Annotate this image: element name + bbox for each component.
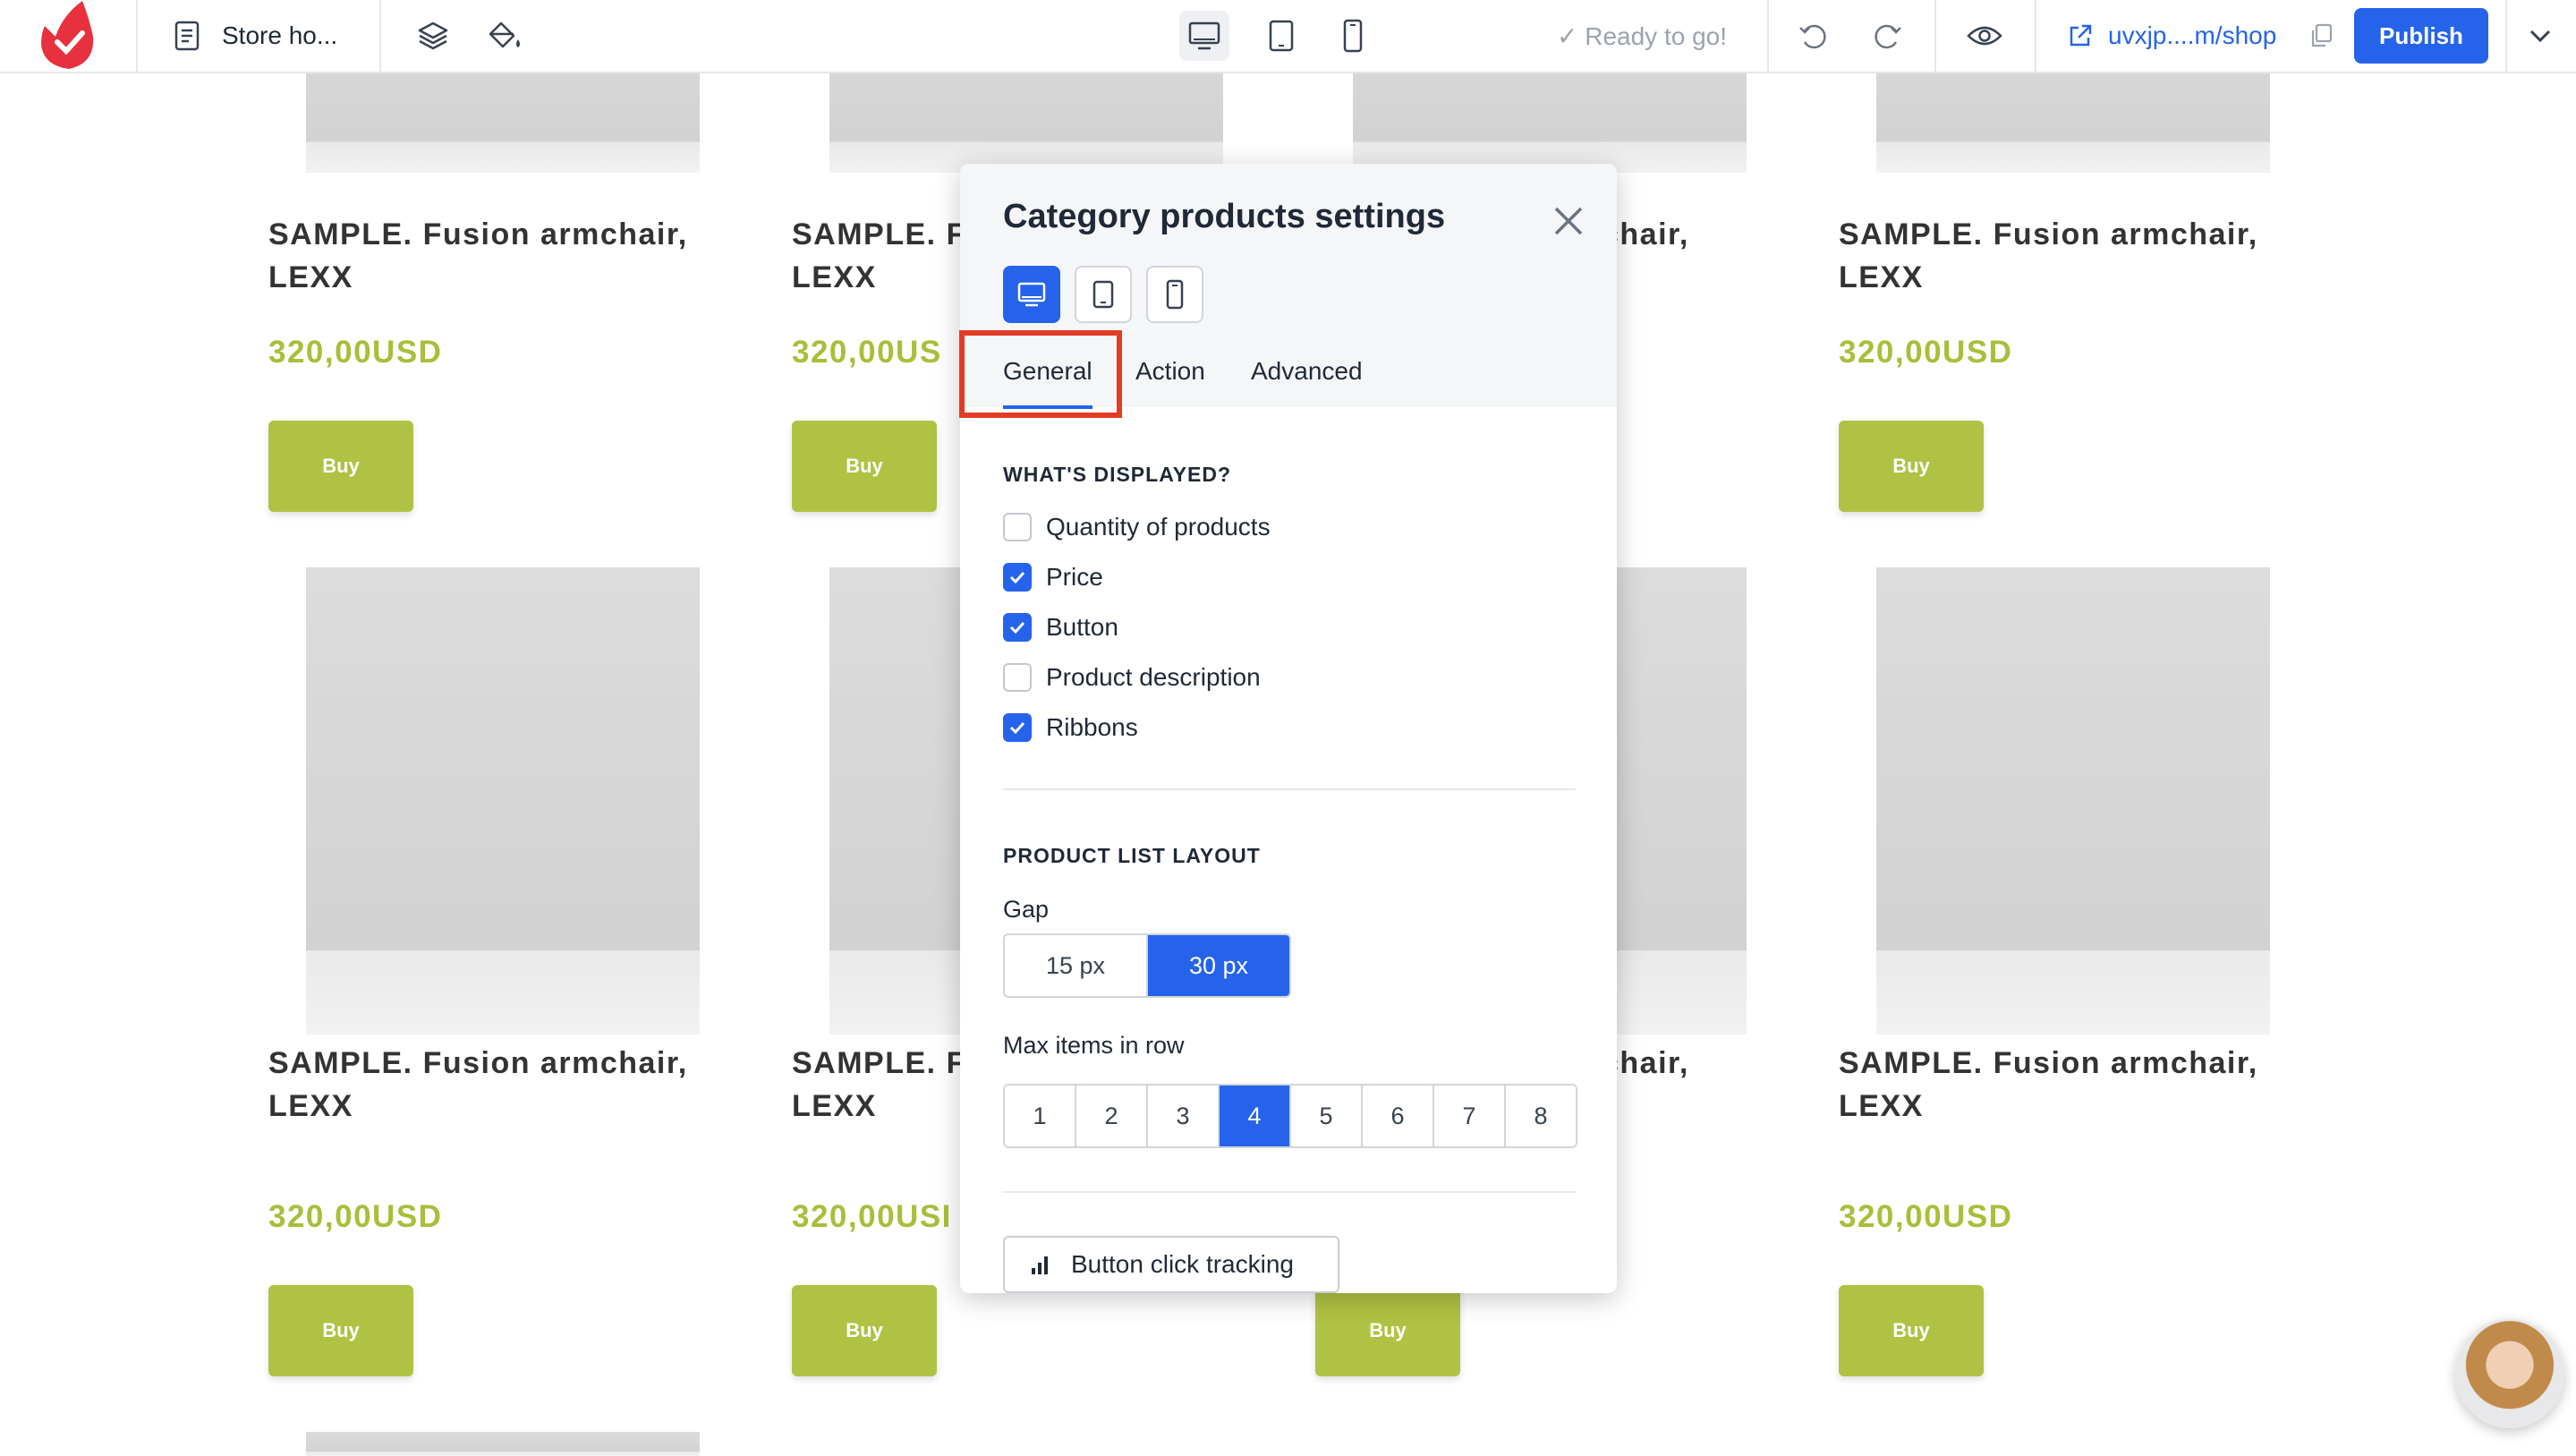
panel-mobile-icon[interactable] (1146, 266, 1203, 323)
checkbox-checked[interactable] (1003, 613, 1032, 642)
copy-icon[interactable] (2305, 11, 2337, 61)
panel-title: Category products settings (1003, 198, 1446, 235)
option-label: Quantity of products (1046, 513, 1271, 541)
preview-eye-icon[interactable] (1960, 11, 2010, 61)
close-icon[interactable] (1547, 200, 1590, 243)
page-icon (174, 21, 200, 51)
option-label: Price (1046, 563, 1103, 591)
product-image[interactable] (306, 567, 700, 1035)
buy-button[interactable]: Buy (792, 1285, 937, 1376)
max-items-option[interactable]: 5 (1289, 1086, 1361, 1146)
publish-button[interactable]: Publish (2354, 8, 2488, 64)
max-items-option-selected[interactable]: 4 (1218, 1086, 1289, 1146)
panel-tablet-icon[interactable] (1075, 266, 1132, 323)
checkbox[interactable] (1003, 513, 1032, 541)
max-items-label: Max items in row (1003, 1032, 1185, 1059)
top-toolbar: Store ho... ✓ Ready to go! uvxjp....m/sh… (0, 0, 2576, 73)
product-list-layout-heading: PRODUCT LIST LAYOUT (1003, 844, 1261, 867)
product-title[interactable]: SAMPLE. Fusion armchair, LEXX (1839, 213, 2259, 299)
max-items-option[interactable]: 7 (1433, 1086, 1504, 1146)
buy-button[interactable]: Buy (268, 1285, 413, 1376)
max-items-selector: 1 2 3 4 5 6 7 8 (1003, 1084, 1577, 1148)
external-link-icon (2070, 24, 2092, 47)
tablet-view-icon[interactable] (1256, 11, 1306, 61)
max-items-option[interactable]: 1 (1005, 1086, 1075, 1146)
buy-button[interactable]: Buy (1315, 1285, 1460, 1376)
paint-bucket-icon[interactable] (480, 11, 530, 61)
product-price: 320,00USD (268, 1199, 443, 1234)
product-title[interactable]: chair, (1602, 213, 1781, 256)
product-image[interactable] (1876, 567, 2270, 1035)
divider (1003, 788, 1576, 790)
option-product-description[interactable]: Product description (1003, 661, 1261, 694)
option-price[interactable]: Price (1003, 561, 1103, 593)
redo-icon[interactable] (1863, 11, 1913, 61)
divider (1003, 1191, 1576, 1193)
mobile-view-icon[interactable] (1328, 11, 1378, 61)
option-label: Button (1046, 613, 1118, 641)
site-link[interactable]: uvxjp....m/shop (2067, 0, 2276, 72)
max-items-option[interactable]: 2 (1075, 1086, 1146, 1146)
page-selector[interactable]: Store ho... (174, 0, 337, 72)
tab-advanced[interactable]: Advanced (1251, 357, 1363, 386)
option-label: Ribbons (1046, 713, 1138, 741)
product-image[interactable] (306, 1432, 700, 1456)
whats-displayed-heading: WHAT'S DISPLAYED? (1003, 463, 1232, 486)
buy-button[interactable]: Buy (1839, 1285, 1984, 1376)
page-name: Store ho... (222, 21, 338, 49)
bar-chart-icon (1032, 1256, 1048, 1274)
panel-desktop-icon[interactable] (1003, 266, 1060, 323)
max-items-option[interactable]: 6 (1361, 1086, 1433, 1146)
checkbox[interactable] (1003, 663, 1032, 692)
product-title[interactable]: chair, (1602, 1042, 1781, 1085)
gap-label: Gap (1003, 896, 1050, 923)
option-quantity-of-products[interactable]: Quantity of products (1003, 511, 1271, 543)
buy-button[interactable]: Buy (1839, 421, 1984, 512)
app-logo[interactable] (36, 0, 102, 72)
desktop-view-icon[interactable] (1179, 11, 1229, 61)
chevron-down-icon[interactable] (2518, 11, 2563, 61)
button-click-tracking-button[interactable]: Button click tracking (1003, 1236, 1339, 1293)
checkbox-checked[interactable] (1003, 713, 1032, 742)
undo-icon[interactable] (1788, 11, 1838, 61)
general-tab-highlight-box (959, 330, 1122, 418)
product-price: 320,00USD (268, 335, 443, 370)
buy-button[interactable]: Buy (792, 421, 937, 512)
option-label: Product description (1046, 663, 1261, 691)
gap-option-30[interactable]: 30 px (1146, 935, 1289, 996)
product-price: 320,00USD (1839, 1199, 2013, 1234)
product-title[interactable]: SAMPLE. Fusion armchair, LEXX (268, 213, 689, 299)
site-url: uvxjp....m/shop (2108, 21, 2277, 49)
tab-action[interactable]: Action (1135, 357, 1205, 386)
gap-selector: 15 px 30 px (1003, 933, 1291, 998)
option-button[interactable]: Button (1003, 611, 1118, 643)
layers-icon[interactable] (408, 11, 458, 61)
product-price: 320,00US (792, 335, 942, 370)
product-price: 320,00USD (1839, 335, 2013, 370)
gap-option-15[interactable]: 15 px (1005, 935, 1146, 996)
product-price: 320,00USI (792, 1199, 952, 1234)
product-title[interactable]: SAMPLE. Fusion armchair, LEXX (1839, 1042, 2259, 1128)
buy-button[interactable]: Buy (268, 421, 413, 512)
tracking-label: Button click tracking (1071, 1250, 1294, 1278)
option-ribbons[interactable]: Ribbons (1003, 711, 1138, 744)
max-items-option[interactable]: 8 (1504, 1086, 1576, 1146)
checkbox-checked[interactable] (1003, 563, 1032, 592)
product-title[interactable]: SAMPLE. Fusion armchair, LEXX (268, 1042, 689, 1128)
max-items-option[interactable]: 3 (1146, 1086, 1218, 1146)
save-status: ✓ Ready to go! (1557, 21, 1728, 50)
support-chat-avatar[interactable] (2455, 1319, 2564, 1428)
